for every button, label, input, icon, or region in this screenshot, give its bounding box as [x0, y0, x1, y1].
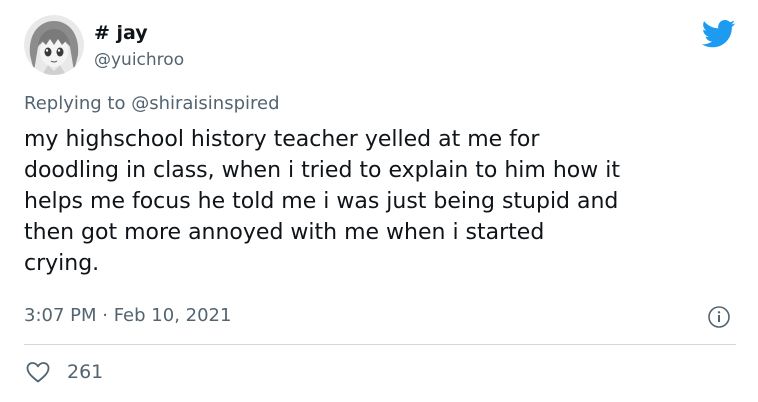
tweet-text: my highschool history teacher yelled at … — [24, 127, 620, 276]
divider — [24, 344, 736, 345]
tweet-timestamp[interactable]: 3:07 PM · Feb 10, 2021 — [24, 304, 231, 328]
anime-avatar-icon — [24, 15, 84, 75]
heart-icon[interactable] — [25, 360, 51, 384]
tweet-card: # jay @yuichroo Replying to @shiraisinsp… — [0, 0, 758, 402]
like-count[interactable]: 261 — [67, 360, 103, 384]
display-name[interactable]: # jay — [94, 21, 148, 45]
avatar[interactable] — [24, 15, 84, 75]
replying-to: Replying to @shiraisinspired — [24, 92, 280, 116]
twitter-bird-icon[interactable] — [702, 20, 736, 48]
user-handle[interactable]: @yuichroo — [94, 49, 184, 71]
info-icon[interactable] — [707, 305, 731, 329]
replying-prefix: Replying to — [24, 93, 132, 114]
reply-mention-link[interactable]: @shiraisinspired — [131, 93, 279, 114]
